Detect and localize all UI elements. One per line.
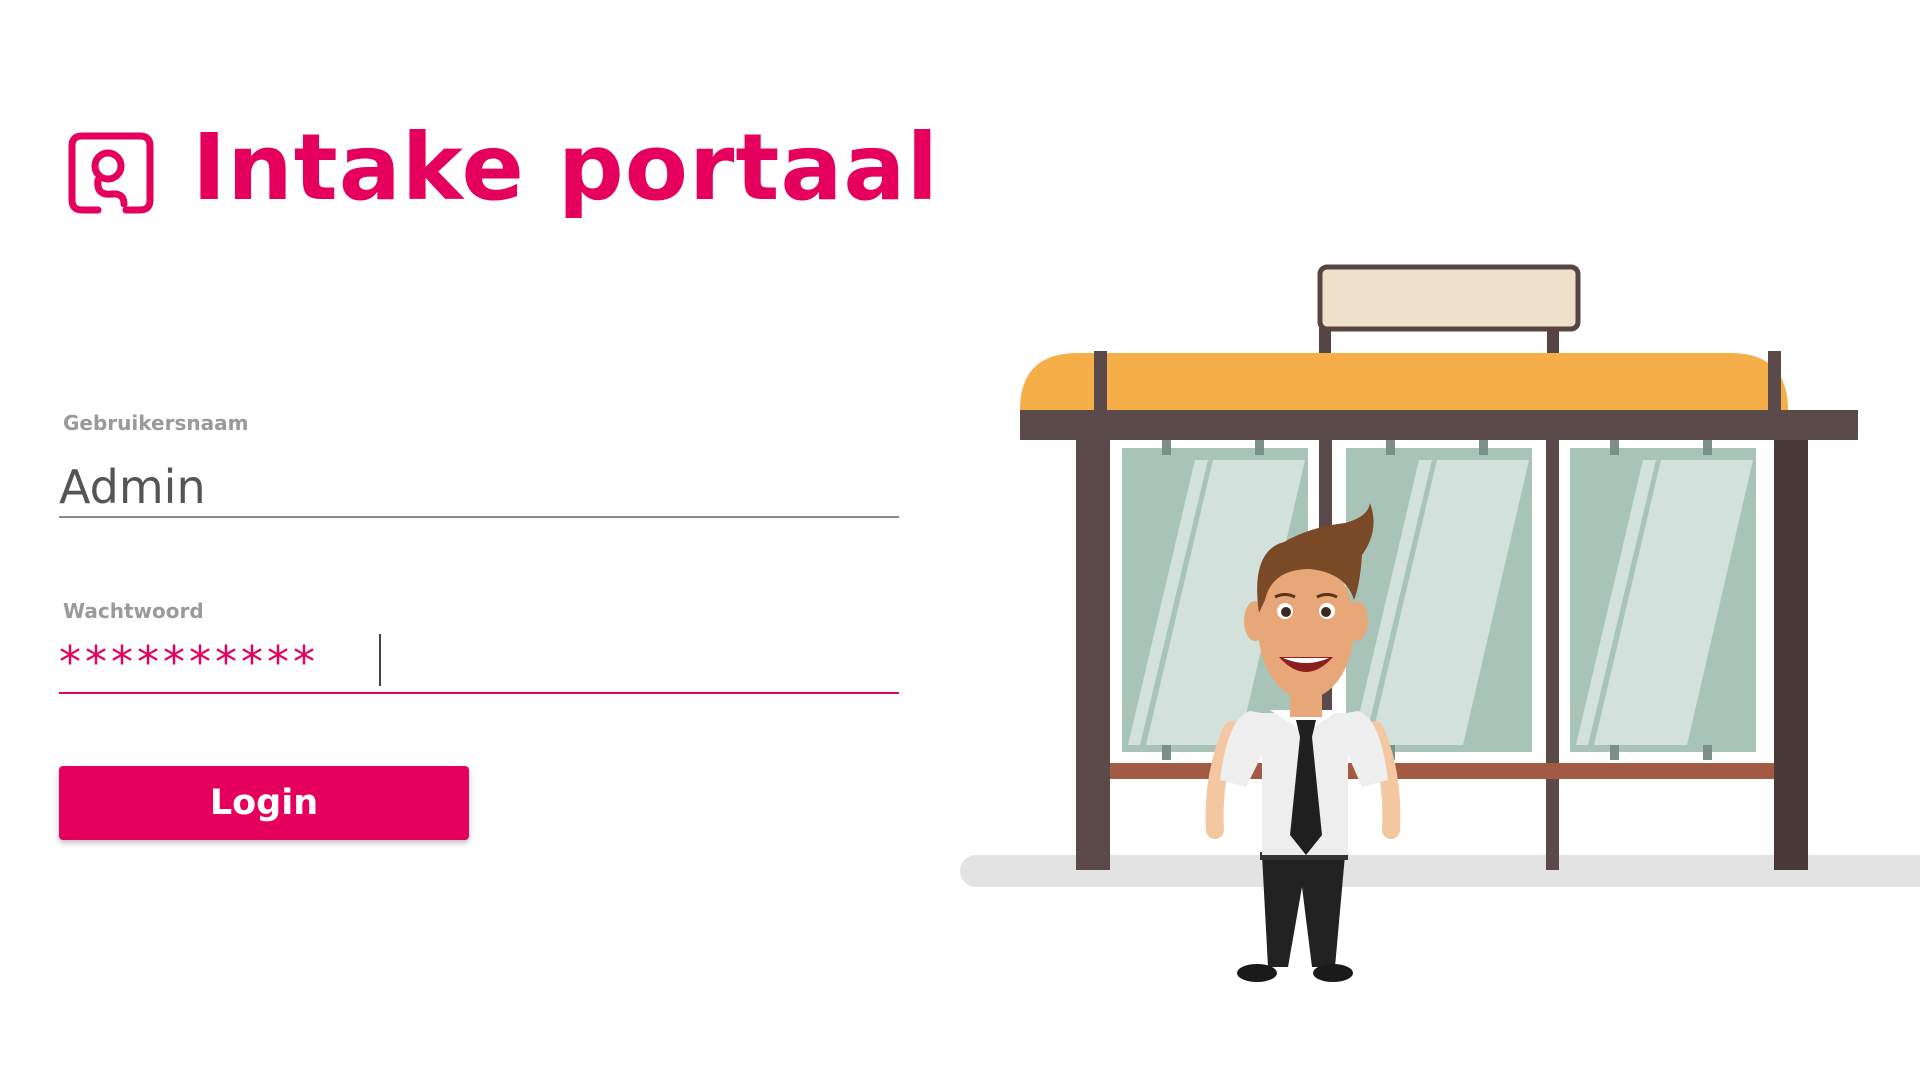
username-label: Gebruikersnaam (63, 411, 249, 435)
password-value: ********** (59, 637, 319, 688)
bus-stop-businessman-illustration (960, 264, 1920, 982)
shelter-roof (1020, 351, 1858, 440)
app-title: Intake portaal (192, 114, 940, 221)
username-field[interactable]: Admin (59, 460, 899, 518)
text-caret (379, 634, 381, 686)
login-button[interactable]: Login (59, 766, 469, 840)
intake-logo-icon (68, 132, 154, 214)
password-field[interactable]: ********** (59, 630, 899, 694)
password-label: Wachtwoord (63, 599, 204, 623)
login-page: Intake portaal Gebruikersnaam Admin Wach… (0, 0, 1920, 1080)
glass-panels (1122, 440, 1756, 760)
username-value: Admin (59, 460, 206, 514)
